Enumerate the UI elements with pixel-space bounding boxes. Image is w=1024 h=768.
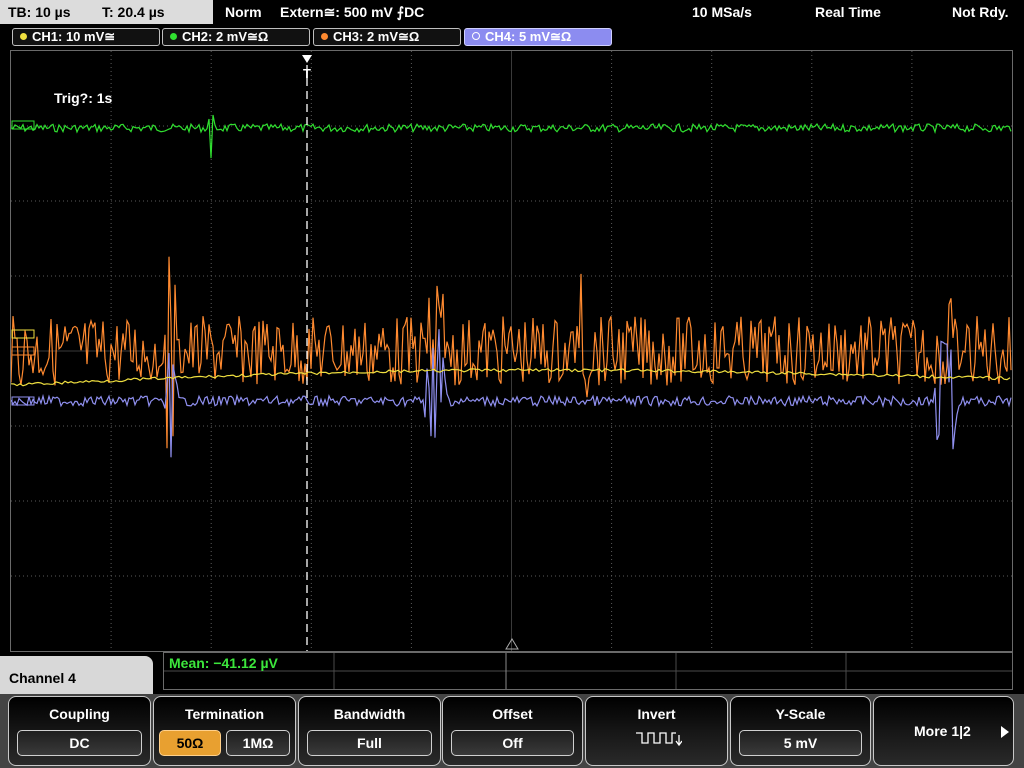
coupling-softkey[interactable]: Coupling DC	[8, 696, 151, 766]
trigger-marker-label: T	[303, 66, 311, 81]
tab-ch2[interactable]: CH2: 2 mV≅Ω	[162, 28, 310, 46]
more-label: More 1|2	[914, 723, 971, 739]
offset-value[interactable]: Off	[451, 730, 574, 756]
invert-waveform-icon	[636, 732, 682, 747]
bandwidth-softkey[interactable]: Bandwidth Full	[298, 696, 441, 766]
timebase-box[interactable]: TB: 10 µs T: 20.4 µs	[0, 0, 213, 24]
waveform-canvas: T	[11, 51, 1012, 651]
termination-50-ohm-button[interactable]: 50Ω	[159, 730, 221, 756]
more-softkey[interactable]: More 1|2	[873, 696, 1014, 766]
measurement-bar	[163, 652, 1013, 690]
invert-softkey[interactable]: Invert	[585, 696, 728, 766]
offset-title: Offset	[492, 706, 533, 722]
y-scale-value[interactable]: 5 mV	[739, 730, 862, 756]
y-scale-title: Y-Scale	[775, 706, 826, 722]
y-scale-softkey[interactable]: Y-Scale 5 mV	[730, 696, 871, 766]
next-page-arrow-icon	[1001, 726, 1009, 738]
ch3-dot-icon	[321, 33, 328, 40]
ch2-dot-icon	[170, 33, 177, 40]
ch4-dot-icon	[472, 32, 480, 40]
time-mode: Real Time	[815, 4, 881, 20]
ch1-trace	[11, 367, 1011, 387]
ch3-label: CH3: 2 mV≅Ω	[333, 29, 420, 44]
tab-ch3[interactable]: CH3: 2 mV≅Ω	[313, 28, 461, 46]
waveform-display[interactable]: T	[10, 50, 1013, 652]
bandwidth-title: Bandwidth	[333, 706, 406, 722]
trigger-time: T: 20.4 µs	[102, 4, 165, 20]
coupling-value[interactable]: DC	[17, 730, 142, 756]
trigger-source: Extern≅: 500 mV ⨍DC	[280, 4, 425, 20]
acquisition-mode: Norm	[225, 4, 262, 20]
ch1-label: CH1: 10 mV≅	[32, 29, 116, 44]
sample-rate: 10 MSa/s	[692, 4, 752, 20]
tab-ch1[interactable]: CH1: 10 mV≅	[12, 28, 160, 46]
ch2-label: CH2: 2 mV≅Ω	[182, 29, 269, 44]
termination-1m-ohm-button[interactable]: 1MΩ	[226, 730, 290, 756]
trigger-position-arrow-icon	[302, 55, 312, 63]
menu-title: Channel 4	[9, 670, 76, 686]
ch4-label: CH4: 5 mV≅Ω	[485, 29, 572, 44]
trigger-status: Trig?: 1s	[54, 90, 113, 106]
acquisition-state: Not Rdy.	[952, 4, 1009, 20]
termination-softkey[interactable]: Termination 50Ω 1MΩ	[153, 696, 296, 766]
invert-title: Invert	[637, 706, 676, 722]
measurement-grid	[164, 653, 1012, 689]
measurement-mean: Mean: −41.12 µV	[169, 655, 278, 671]
tab-ch4[interactable]: CH4: 5 mV≅Ω	[464, 28, 612, 46]
coupling-title: Coupling	[49, 706, 110, 722]
ch1-dot-icon	[20, 33, 27, 40]
termination-title: Termination	[184, 706, 265, 722]
offset-softkey[interactable]: Offset Off	[442, 696, 583, 766]
timebase: TB: 10 µs	[8, 4, 71, 20]
bandwidth-value[interactable]: Full	[307, 730, 432, 756]
